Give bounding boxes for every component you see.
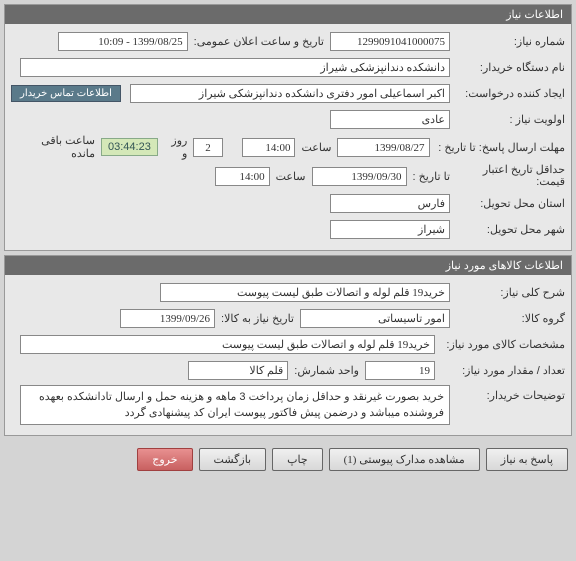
city-label: شهر محل تحویل:: [450, 223, 565, 236]
unit-value: قلم کالا: [188, 361, 288, 380]
province-value: فارس: [330, 194, 450, 213]
priority-value: عادی: [330, 110, 450, 129]
back-button[interactable]: بازگشت: [199, 448, 267, 471]
min-credit-date: 1399/09/30: [312, 167, 407, 186]
goods-group-label: گروه کالا:: [450, 312, 565, 325]
spec-label: مشخصات کالای مورد نیاز:: [435, 338, 565, 351]
creator-label: ایجاد کننده درخواست:: [450, 87, 565, 100]
qty-label: تعداد / مقدار مورد نیاز:: [435, 364, 565, 377]
remaining-label: ساعت باقی مانده: [11, 134, 101, 160]
need-info-title: اطلاعات نیاز: [506, 9, 563, 21]
need-number-value: 1299091041000075: [330, 32, 450, 51]
time-label-1: ساعت: [295, 141, 337, 154]
priority-label: اولویت نیاز :: [450, 113, 565, 126]
publish-value: 1399/08/25 - 10:09: [58, 32, 188, 51]
need-date-to-label: تاریخ نیاز به کالا:: [215, 312, 300, 325]
unit-label: واحد شمارش:: [288, 364, 365, 377]
goods-info-body: شرح کلی نیاز: خرید19 قلم لوله و اتصالات …: [5, 275, 571, 435]
view-attachments-button[interactable]: مشاهده مدارک پیوستی (1): [329, 448, 480, 471]
publish-label: تاریخ و ساعت اعلان عمومی:: [188, 35, 330, 48]
need-summary-label: شرح کلی نیاز:: [450, 286, 565, 299]
goods-info-header: اطلاعات کالاهای مورد نیاز: [5, 256, 571, 275]
need-date-to-value: 1399/09/26: [120, 309, 215, 328]
exit-button[interactable]: خروج: [137, 448, 192, 471]
need-info-body: شماره نیاز: 1299091041000075 تاریخ و ساع…: [5, 24, 571, 250]
need-info-header: اطلاعات نیاز: [5, 5, 571, 24]
buyer-org-label: نام دستگاه خریدار:: [450, 61, 565, 74]
qty-value: 19: [365, 361, 435, 380]
days-unit: روز و: [158, 134, 194, 160]
respond-button[interactable]: پاسخ به نیاز: [486, 448, 568, 471]
goods-group-value: امور تاسیساتی: [300, 309, 450, 328]
min-credit-time: 14:00: [215, 167, 270, 186]
need-number-label: شماره نیاز:: [450, 35, 565, 48]
to-date-label: تا تاریخ :: [407, 170, 450, 183]
province-label: استان محل تحویل:: [450, 197, 565, 210]
creator-value: اکبر اسماعیلی امور دفتری دانشکده دندانپز…: [130, 84, 450, 103]
need-info-panel: اطلاعات نیاز شماره نیاز: 129909104100007…: [4, 4, 572, 251]
goods-info-title: اطلاعات کالاهای مورد نیاز: [446, 260, 563, 272]
city-value: شیراز: [330, 220, 450, 239]
reply-deadline-label: مهلت ارسال پاسخ: تا تاریخ :: [430, 141, 565, 154]
buyer-notes-value: خرید بصورت غیرنقد و حداقل زمان پرداخت 3 …: [20, 385, 450, 425]
spec-value: خرید19 قلم لوله و اتصالات طبق لیست پیوست: [20, 335, 435, 354]
min-credit-label: حداقل تاریخ اعتبار قیمت:: [450, 164, 565, 188]
contact-buyer-link[interactable]: اطلاعات تماس خریدار: [11, 85, 121, 102]
days-value: 2: [193, 138, 222, 157]
need-summary-value: خرید19 قلم لوله و اتصالات طبق لیست پیوست: [160, 283, 450, 302]
reply-deadline-time: 14:00: [242, 138, 295, 157]
print-button[interactable]: چاپ: [272, 448, 323, 471]
buyer-notes-label: توضیحات خریدار:: [450, 385, 565, 402]
time-label-2: ساعت: [270, 170, 312, 183]
countdown-timer: 03:44:23: [101, 138, 158, 156]
buyer-org-value: دانشکده دندانپزشکی شیراز: [20, 58, 450, 77]
reply-deadline-date: 1399/08/27: [337, 138, 429, 157]
goods-info-panel: اطلاعات کالاهای مورد نیاز شرح کلی نیاز: …: [4, 255, 572, 436]
action-button-bar: پاسخ به نیاز مشاهده مدارک پیوستی (1) چاپ…: [0, 440, 576, 479]
